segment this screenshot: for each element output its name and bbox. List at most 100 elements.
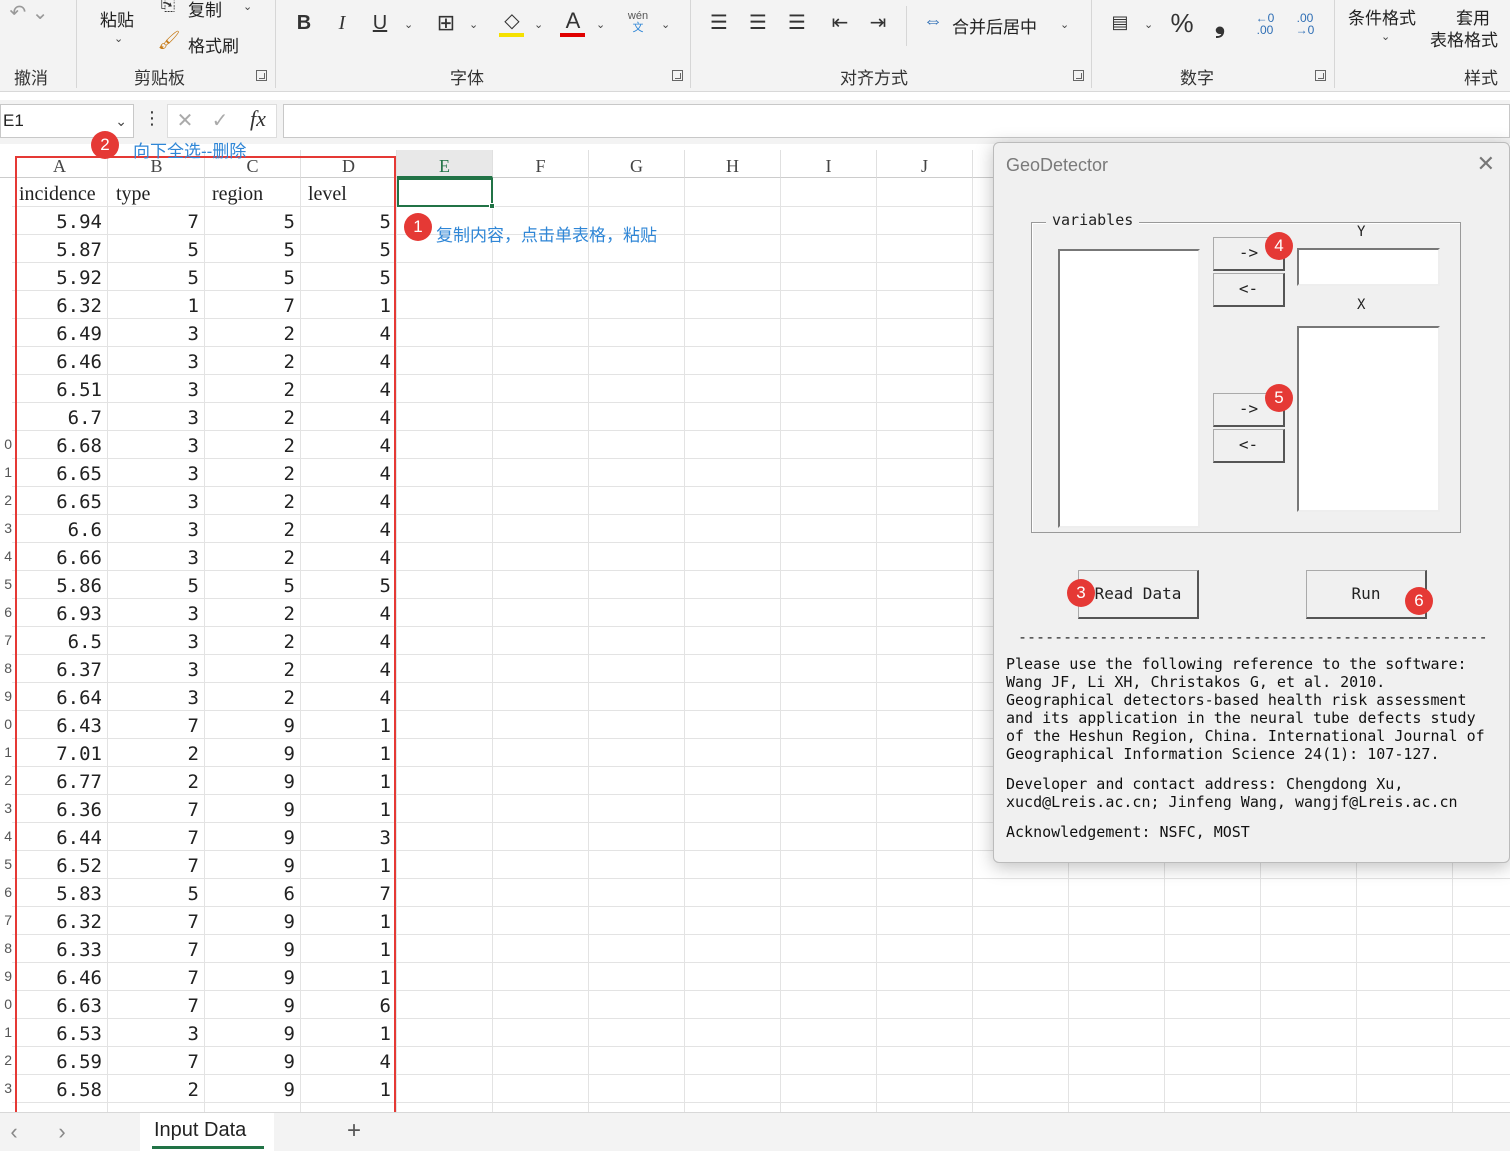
fill-handle[interactable]	[489, 203, 495, 209]
row-header[interactable]	[0, 346, 12, 374]
row-header[interactable]: 9	[0, 962, 12, 990]
format-painter-button[interactable]: 格式刷	[188, 32, 239, 57]
underline-chevron-icon[interactable]: ⌄	[404, 18, 413, 31]
y-listbox[interactable]	[1297, 248, 1440, 286]
selected-cell-e1[interactable]	[397, 178, 493, 207]
add-sheet-icon[interactable]: +	[340, 1117, 368, 1145]
font-color-icon[interactable]: A	[560, 8, 586, 34]
row-header[interactable]: 8	[0, 934, 12, 962]
alignment-launcher-icon[interactable]	[1073, 70, 1084, 81]
variables-listbox[interactable]	[1058, 249, 1200, 528]
copy-button[interactable]: 复制	[188, 0, 222, 21]
format-painter-icon[interactable]: 🖌	[156, 30, 182, 51]
row-header[interactable]: 8	[0, 654, 12, 682]
row-header[interactable]	[0, 318, 12, 346]
row-header[interactable]	[0, 374, 12, 402]
conditional-format-button[interactable]: 条件格式	[1348, 4, 1416, 29]
bold-button[interactable]: B	[294, 12, 314, 35]
undo-icon[interactable]: ↶ ⌄	[4, 0, 54, 25]
column-header-h[interactable]: H	[685, 150, 781, 178]
row-header[interactable]: 4	[0, 822, 12, 850]
column-header-g[interactable]: G	[589, 150, 685, 178]
sheet-tab-input-data[interactable]: Input Data	[140, 1113, 274, 1151]
more-options-icon[interactable]: ⋮	[143, 108, 161, 129]
row-header[interactable]	[0, 206, 12, 234]
copy-icon[interactable]: ⎘	[156, 0, 180, 15]
row-header[interactable]: 4	[0, 542, 12, 570]
phonetic-icon[interactable]: wén 文	[624, 10, 652, 34]
column-header-f[interactable]: F	[493, 150, 589, 178]
clipboard-launcher-icon[interactable]	[256, 70, 267, 81]
next-sheet-icon[interactable]: ›	[54, 1119, 70, 1145]
remove-y-button[interactable]: <-	[1213, 273, 1285, 307]
row-header[interactable]: 1	[0, 738, 12, 766]
cancel-icon[interactable]: ✕	[172, 108, 198, 133]
row-header[interactable]: 5	[0, 570, 12, 598]
row-header[interactable]: 2	[0, 766, 12, 794]
prev-sheet-icon[interactable]: ‹	[6, 1119, 22, 1145]
comma-button[interactable]: ❟	[1208, 8, 1232, 40]
row-header[interactable]: 3	[0, 514, 12, 542]
merge-center-button[interactable]: 合并后居中	[952, 13, 1037, 38]
accounting-format-icon[interactable]: ▤	[1106, 12, 1134, 33]
insert-function-icon[interactable]: fx	[242, 106, 274, 132]
border-icon[interactable]: ⊞	[432, 10, 460, 36]
percent-button[interactable]: %	[1168, 8, 1196, 39]
merge-center-icon[interactable]: ⇔	[920, 10, 946, 33]
paste-chevron-icon[interactable]: ⌄	[114, 32, 123, 45]
formula-input[interactable]	[283, 104, 1510, 138]
phonetic-chevron-icon[interactable]: ⌄	[661, 18, 670, 31]
row-header[interactable]: 7	[0, 626, 12, 654]
row-header[interactable]: 6	[0, 598, 12, 626]
step-badge-2: 2	[91, 131, 119, 159]
row-header[interactable]: 0	[0, 990, 12, 1018]
fill-color-icon[interactable]: ◇	[498, 8, 526, 33]
merge-center-chevron-icon[interactable]: ⌄	[1060, 18, 1069, 31]
increase-decimal-button[interactable]: ←0 .00	[1248, 12, 1282, 36]
x-listbox[interactable]	[1297, 326, 1440, 512]
row-header[interactable]: 0	[0, 710, 12, 738]
row-header[interactable]: 0	[0, 430, 12, 458]
row-header[interactable]: 1	[0, 458, 12, 486]
number-launcher-icon[interactable]	[1315, 70, 1326, 81]
fill-color-chevron-icon[interactable]: ⌄	[534, 18, 543, 31]
accounting-chevron-icon[interactable]: ⌄	[1144, 18, 1153, 31]
row-header[interactable]	[0, 262, 12, 290]
align-right-icon[interactable]: ☰	[784, 10, 810, 35]
align-left-icon[interactable]: ☰	[706, 10, 732, 35]
row-header[interactable]: 7	[0, 906, 12, 934]
font-launcher-icon[interactable]	[672, 70, 683, 81]
align-center-icon[interactable]: ☰	[745, 10, 771, 35]
italic-button[interactable]: I	[332, 12, 352, 35]
name-box[interactable]: E1 ⌄	[0, 104, 134, 138]
border-chevron-icon[interactable]: ⌄	[469, 18, 478, 31]
row-header[interactable]: 2	[0, 1046, 12, 1074]
row-header[interactable]	[0, 290, 12, 318]
row-header[interactable]: 2	[0, 486, 12, 514]
table-format-line2[interactable]: 表格格式	[1430, 26, 1498, 51]
increase-indent-icon[interactable]: ⇥	[864, 10, 892, 35]
enter-icon[interactable]: ✓	[207, 108, 233, 133]
name-box-chevron-icon[interactable]: ⌄	[115, 113, 127, 130]
decrease-indent-icon[interactable]: ⇤	[826, 10, 854, 35]
copy-chevron-icon[interactable]: ⌄	[243, 0, 252, 13]
conditional-format-chevron-icon[interactable]: ⌄	[1381, 30, 1390, 43]
row-header[interactable]: 5	[0, 850, 12, 878]
row-header[interactable]: 1	[0, 1018, 12, 1046]
font-color-chevron-icon[interactable]: ⌄	[596, 18, 605, 31]
column-header-i[interactable]: I	[781, 150, 877, 178]
underline-button[interactable]: U	[370, 12, 390, 35]
row-header[interactable]: 3	[0, 794, 12, 822]
column-header-e[interactable]: E	[397, 150, 493, 178]
read-data-button[interactable]: Read Data	[1078, 570, 1199, 619]
remove-x-button[interactable]: <-	[1213, 429, 1285, 463]
close-icon[interactable]: ✕	[1477, 151, 1495, 177]
column-header-j[interactable]: J	[877, 150, 973, 178]
row-header[interactable]: 3	[0, 1074, 12, 1102]
row-header[interactable]	[0, 402, 12, 430]
paste-button[interactable]: 粘贴	[100, 6, 134, 31]
row-header[interactable]	[0, 234, 12, 262]
row-header[interactable]: 9	[0, 682, 12, 710]
decrease-decimal-button[interactable]: .00 →0	[1288, 12, 1322, 36]
row-header[interactable]: 6	[0, 878, 12, 906]
